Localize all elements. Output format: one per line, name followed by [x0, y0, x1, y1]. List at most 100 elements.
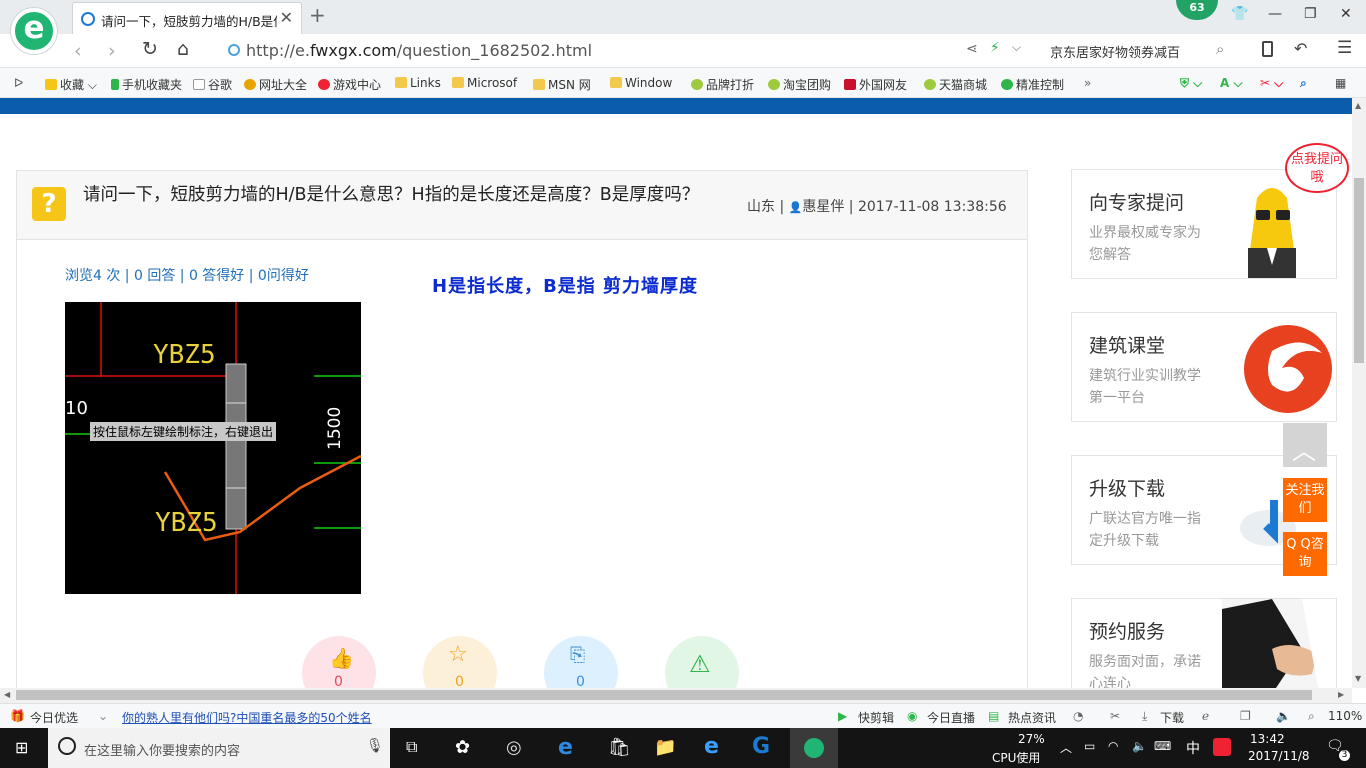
- bookmark-favorites[interactable]: 收藏 ⌵: [45, 76, 97, 93]
- scroll-down-icon[interactable]: ▼: [1355, 674, 1361, 683]
- home-icon[interactable]: ⌂: [177, 38, 189, 60]
- swirl-app-icon[interactable]: ◎: [506, 737, 522, 758]
- microphone-icon[interactable]: 🎙: [366, 738, 384, 754]
- bookmark-google[interactable]: 谷歌: [193, 76, 232, 93]
- cpu-label: CPU使用: [992, 751, 1041, 765]
- apps-grid-icon[interactable]: ▦: [1335, 76, 1346, 90]
- follow-us-button[interactable]: 关注我们: [1283, 478, 1327, 522]
- question-title: 请问一下，短肢剪力墙的H/B是什么意思？H指的是长度还是高度？B是厚度吗？: [83, 185, 700, 205]
- leaf-icon: [691, 79, 703, 90]
- clock-date[interactable]: 2017/11/8: [1248, 749, 1310, 763]
- today-picks[interactable]: 今日优选: [30, 709, 78, 726]
- bookmark-windows[interactable]: Window: [610, 76, 672, 90]
- magnifier-icon[interactable]: ⌕: [1300, 76, 1307, 91]
- expert-card-title: 向专家提问: [1089, 192, 1185, 214]
- game-icon: [318, 79, 330, 90]
- shield-icon[interactable]: ⛨ ⌵: [1180, 76, 1202, 91]
- speed-icon[interactable]: ◔: [1073, 709, 1083, 723]
- site-header-bar: [0, 98, 1352, 114]
- forward-icon[interactable]: ›: [108, 40, 116, 62]
- g-app-icon[interactable]: G: [752, 734, 770, 759]
- browser-logo-icon[interactable]: [11, 8, 57, 54]
- translate-icon[interactable]: A ⌵: [1220, 76, 1243, 91]
- qq-consult-button[interactable]: Q Q咨询: [1283, 532, 1327, 576]
- vertical-scroll-thumb[interactable]: [1354, 178, 1364, 363]
- url-field[interactable]: http://e.fwxgx.com/question_1682502.html: [246, 41, 592, 60]
- fan-app-icon[interactable]: ✿: [455, 737, 470, 758]
- question-user[interactable]: 惠星伴: [802, 199, 844, 215]
- volume-icon[interactable]: 🔈: [1276, 709, 1291, 723]
- bookmark-taobao[interactable]: 淘宝团购: [768, 76, 831, 93]
- more-bookmarks-icon[interactable]: »: [1084, 76, 1091, 90]
- speaker-icon[interactable]: 🔈: [1132, 739, 1147, 753]
- sidebar-toggle-icon[interactable]: ᐅ: [14, 76, 23, 90]
- file-explorer-icon[interactable]: 📁: [654, 737, 676, 758]
- edge-icon[interactable]: e: [558, 735, 573, 760]
- zoom-level[interactable]: 110%: [1328, 709, 1362, 723]
- tray-expand-icon[interactable]: ︿: [1060, 739, 1072, 756]
- browser-tab[interactable]: 请问一下，短肢剪力墙的H/B是什么意思 ✕: [72, 2, 302, 34]
- lightning-icon[interactable]: ⚡: [990, 40, 1000, 56]
- windows-start-icon[interactable]: ⊞: [15, 738, 28, 757]
- task-view-icon[interactable]: ⧉: [406, 737, 417, 757]
- hot-news[interactable]: 热点资讯: [1008, 709, 1056, 726]
- ie-mode-icon[interactable]: ℯ: [1202, 709, 1209, 723]
- ie-icon[interactable]: e: [704, 734, 719, 759]
- cortana-icon: [58, 737, 76, 755]
- close-window-icon[interactable]: ✕: [1340, 6, 1352, 22]
- question-location: 山东: [747, 199, 775, 215]
- keyboard-icon[interactable]: ⌨: [1154, 739, 1171, 753]
- ask-bubble[interactable]: 点我提问哦: [1285, 143, 1349, 193]
- phone-icon[interactable]: [1262, 41, 1273, 57]
- ime-indicator[interactable]: 中: [1186, 738, 1200, 758]
- bookmark-brands[interactable]: 品牌打折: [691, 76, 754, 93]
- share-page-icon[interactable]: ⋖: [966, 41, 978, 57]
- refresh-icon[interactable]: ↻: [142, 38, 158, 60]
- new-tab-icon[interactable]: +: [309, 3, 326, 27]
- scissors-icon[interactable]: ✂ ⌵: [1260, 76, 1283, 91]
- battery-icon[interactable]: ▭: [1084, 739, 1095, 753]
- bookmark-tmall[interactable]: 天猫商城: [924, 76, 987, 93]
- minimize-icon[interactable]: —: [1268, 6, 1282, 22]
- back-to-top-button[interactable]: ︿: [1283, 423, 1327, 467]
- menu-icon[interactable]: ☰: [1337, 38, 1352, 58]
- wifi-icon[interactable]: ◠: [1108, 739, 1118, 753]
- sogou-icon[interactable]: [1213, 738, 1231, 756]
- bookmark-precise[interactable]: 精准控制: [1001, 76, 1064, 93]
- shirt-icon[interactable]: 👕: [1231, 6, 1248, 22]
- bookmark-foreign[interactable]: 外国网友: [844, 76, 907, 93]
- back-icon[interactable]: ‹: [74, 40, 82, 62]
- scroll-left-icon[interactable]: ◀: [4, 690, 10, 699]
- bookmark-msn[interactable]: MSN 网: [533, 76, 591, 93]
- question-icon: ?: [32, 187, 66, 221]
- clock-time[interactable]: 13:42: [1250, 732, 1285, 746]
- scroll-up-icon[interactable]: ▲: [1355, 101, 1361, 110]
- window-icon[interactable]: ❐: [1240, 709, 1251, 723]
- gift-icon: 🎁: [10, 709, 25, 723]
- today-live[interactable]: 今日直播: [927, 709, 975, 726]
- search-field[interactable]: 京东居家好物领券减百: [1050, 42, 1180, 61]
- bookmark-microsoft[interactable]: Microsof: [452, 76, 517, 90]
- downloads[interactable]: 下载: [1160, 709, 1184, 726]
- bookmark-sites[interactable]: 网址大全: [244, 76, 307, 93]
- scroll-right-icon[interactable]: ▶: [1338, 690, 1344, 699]
- close-tab-icon[interactable]: ✕: [280, 8, 293, 27]
- bookmark-links[interactable]: Links: [395, 76, 441, 90]
- classroom-card-title: 建筑课堂: [1089, 335, 1166, 357]
- news-link[interactable]: 你的熟人里有他们吗?中国重名最多的50个姓名: [122, 709, 372, 726]
- maximize-icon[interactable]: ❐: [1304, 6, 1317, 22]
- store-icon[interactable]: 🛍: [608, 737, 631, 758]
- cad-dim-left: 10: [65, 398, 88, 419]
- horizontal-scroll-thumb[interactable]: [16, 690, 1312, 700]
- search-icon[interactable]: ⌕: [1216, 40, 1224, 58]
- bookmark-mobile[interactable]: 手机收藏夹: [111, 76, 182, 93]
- chevron-up-icon: ︿: [1292, 437, 1316, 465]
- cad-screenshot: YBZ5 YBZ5 10 1500 按住鼠标左键绘制标注，右键退出: [65, 302, 361, 594]
- tools-icon[interactable]: ✂: [1110, 709, 1120, 723]
- classroom-card[interactable]: 建筑课堂 建筑行业实训教学第一平台: [1071, 312, 1337, 422]
- quick-cut[interactable]: 快剪辑: [858, 709, 894, 726]
- chevron-down-icon[interactable]: ⌵: [1012, 40, 1021, 55]
- taskbar-search[interactable]: 在这里输入你要搜索的内容 🎙: [48, 728, 390, 768]
- bookmark-games[interactable]: 游戏中心: [318, 76, 381, 93]
- undo-icon[interactable]: ↶: [1294, 39, 1307, 58]
